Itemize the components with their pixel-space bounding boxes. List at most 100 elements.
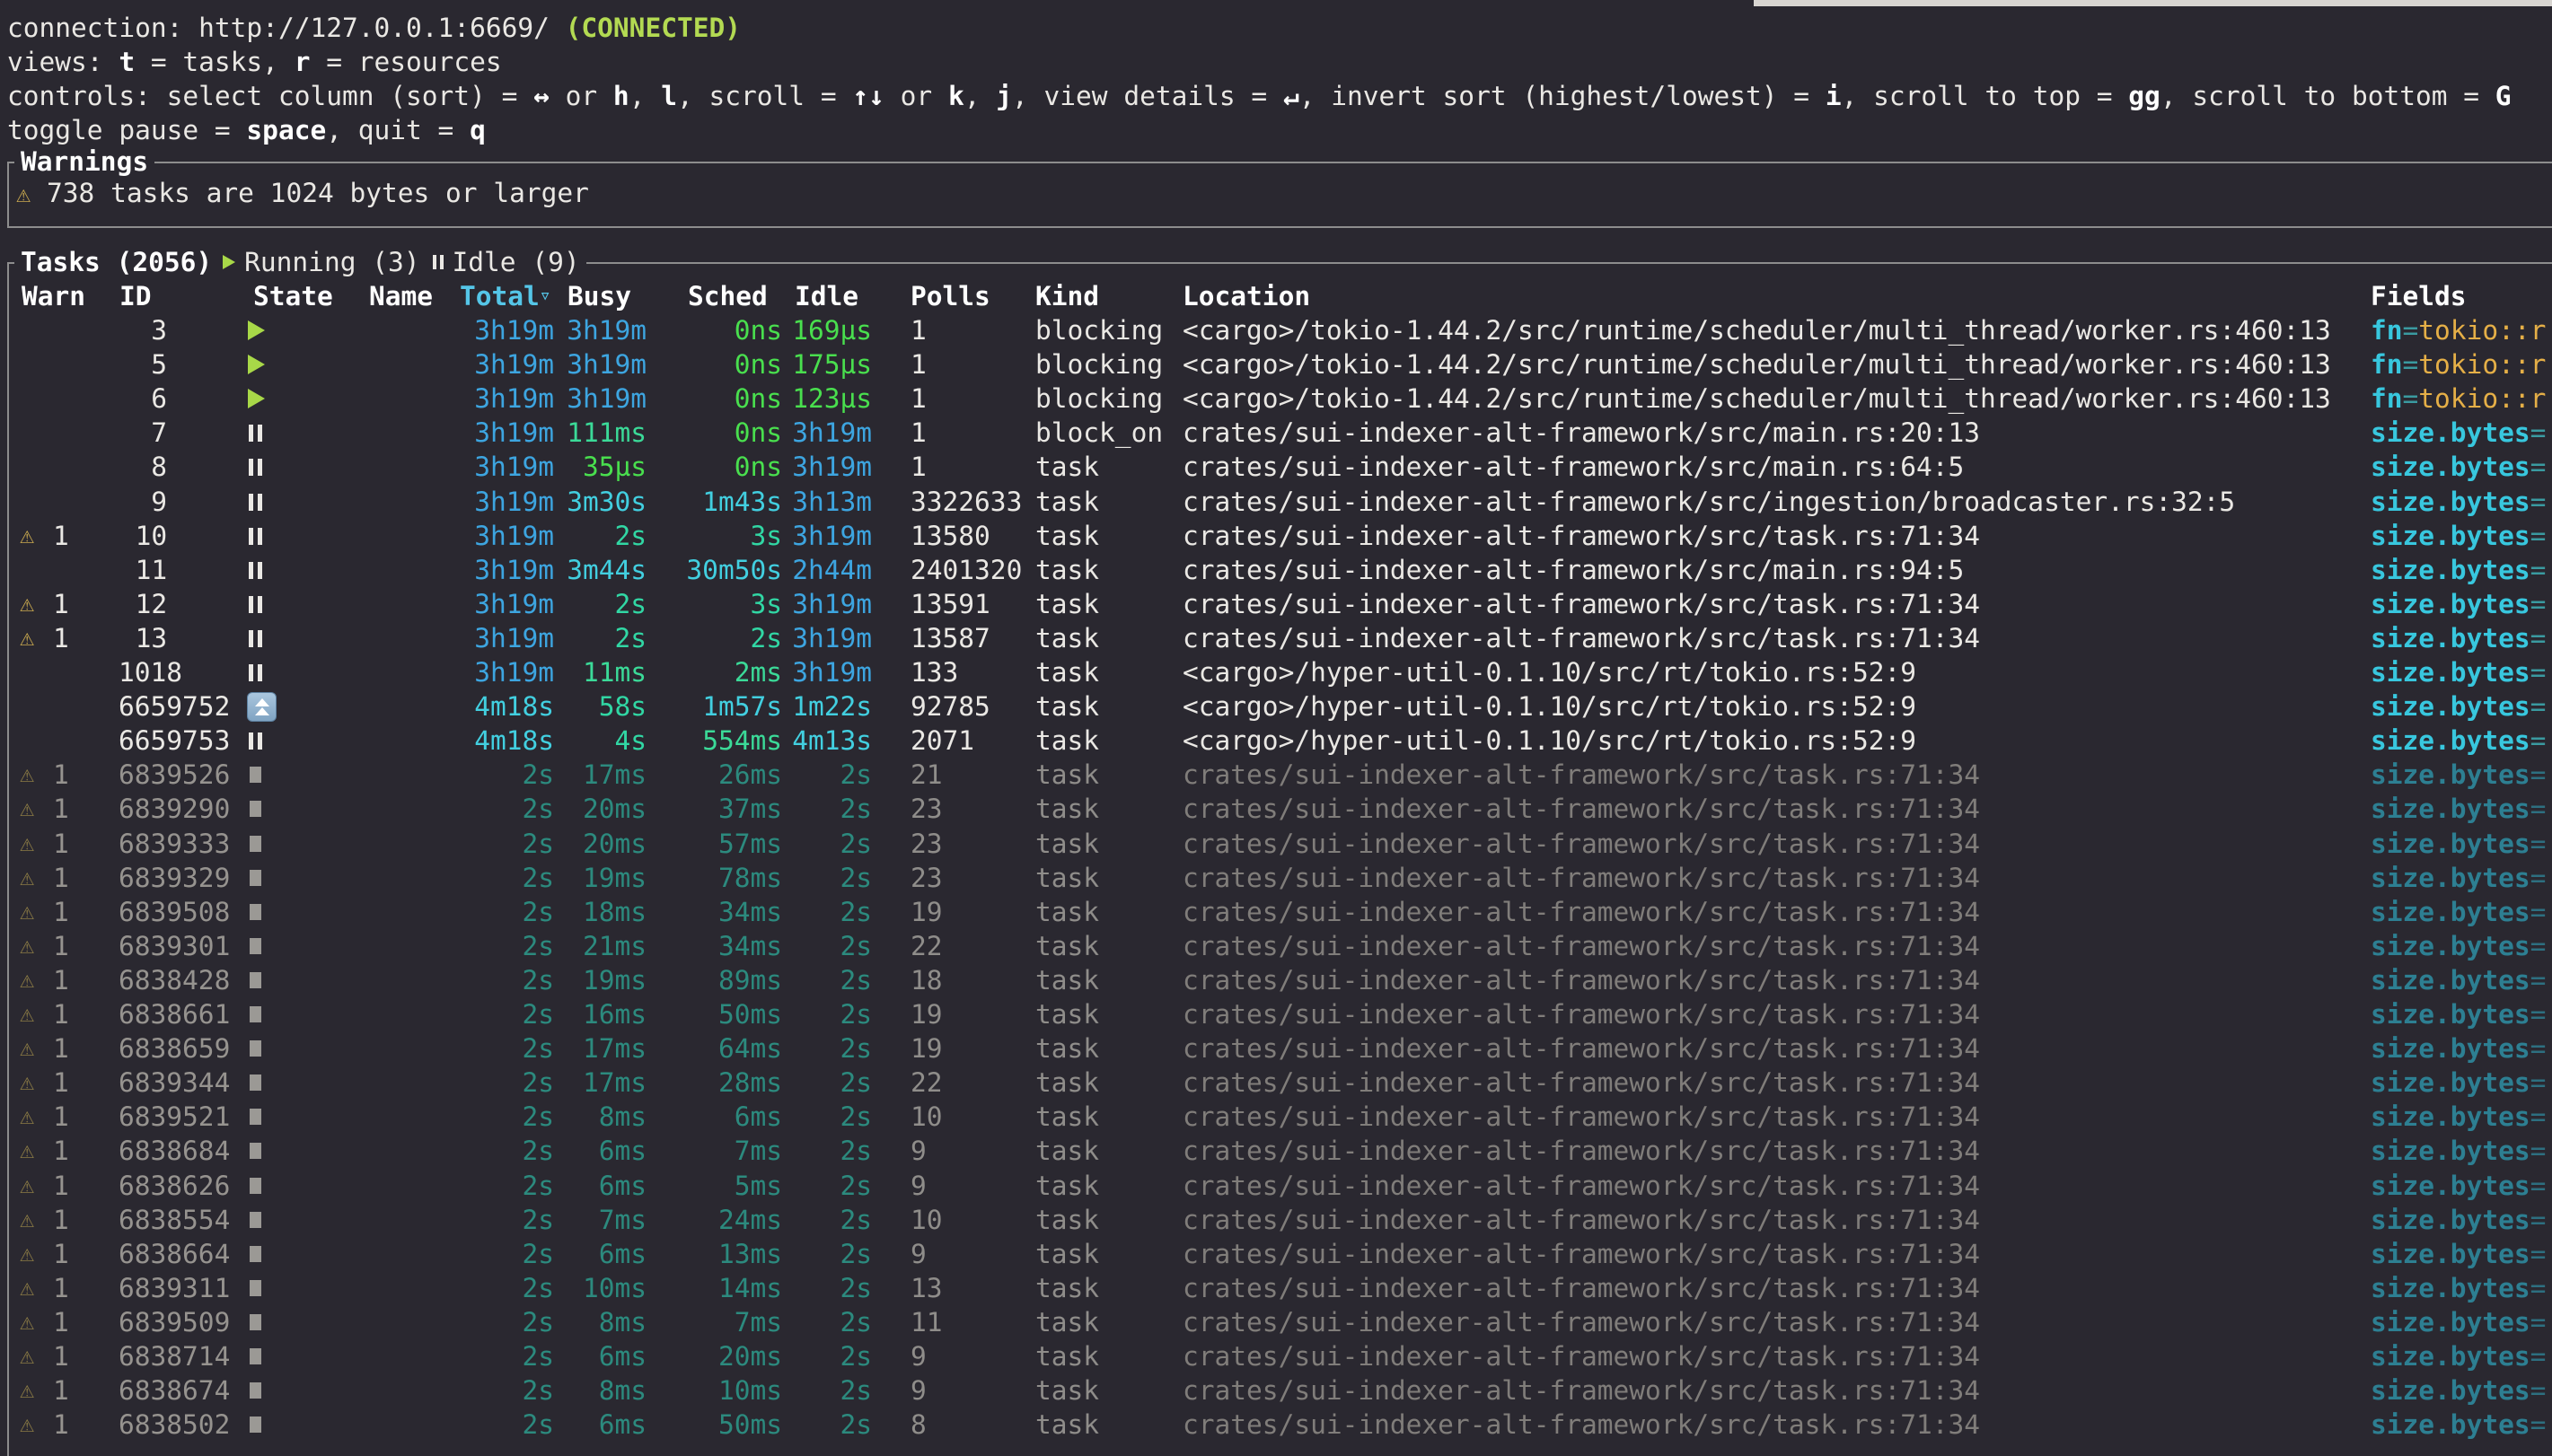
table-row[interactable]: ⚠168386262s6ms5ms2s9taskcrates/sui-index… — [0, 1169, 2552, 1203]
table-row[interactable]: ⚠168386742s8ms10ms2s9taskcrates/sui-inde… — [0, 1373, 2552, 1408]
busy-duration: 19ms — [539, 861, 647, 895]
task-fields: size.bytes= — [2371, 895, 2546, 929]
table-row[interactable]: ⚠168393292s19ms78ms2s23taskcrates/sui-in… — [0, 861, 2552, 895]
table-row[interactable]: ⚠168395262s17ms26ms2s21taskcrates/sui-in… — [0, 758, 2552, 792]
controls-segment: , scroll to top = — [1842, 81, 2129, 111]
column-header-name[interactable]: Name — [369, 279, 433, 313]
column-header-warn[interactable]: Warn — [22, 279, 85, 313]
task-fields: size.bytes= — [2371, 1031, 2546, 1066]
task-warning-icon: ⚠ — [20, 587, 34, 621]
table-row[interactable]: ⚠168385022s6ms50ms2s8taskcrates/sui-inde… — [0, 1408, 2552, 1442]
task-location: <cargo>/tokio-1.44.2/src/runtime/schedul… — [1183, 313, 2331, 347]
table-row[interactable]: ⚠168392902s20ms37ms2s23taskcrates/sui-in… — [0, 792, 2552, 826]
field-key: size.bytes — [2371, 999, 2530, 1030]
pause-quit-segment: space — [246, 115, 326, 145]
warn-count: 1 — [53, 895, 69, 929]
task-fields: size.bytes= — [2371, 689, 2546, 724]
table-row[interactable]: ⚠1133h19m2s2s3h19m13587taskcrates/sui-in… — [0, 621, 2552, 655]
table-row[interactable]: ⚠168387142s6ms20ms2s9taskcrates/sui-inde… — [0, 1339, 2552, 1373]
table-row[interactable]: ⚠168395212s8ms6ms2s10taskcrates/sui-inde… — [0, 1100, 2552, 1134]
task-id: 3 — [151, 313, 167, 347]
table-row[interactable]: 83h19m35µs0ns3h19m1taskcrates/sui-indexe… — [0, 450, 2552, 484]
column-header-state[interactable]: State — [253, 279, 333, 313]
column-header-kind[interactable]: Kind — [1035, 279, 1099, 313]
task-kind: task — [1035, 792, 1099, 826]
completed-state-icon — [250, 1040, 261, 1057]
column-header-busy[interactable]: Busy — [568, 279, 631, 313]
table-row[interactable]: ⚠168384282s19ms89ms2s18taskcrates/sui-in… — [0, 963, 2552, 997]
field-equals: = — [2530, 829, 2547, 859]
column-header-idle[interactable]: Idle — [795, 279, 858, 313]
field-equals: = — [2530, 999, 2547, 1030]
table-row[interactable]: ⚠168386612s16ms50ms2s19taskcrates/sui-in… — [0, 997, 2552, 1031]
table-row[interactable]: 66597534m18s4s554ms4m13s2071task<cargo>/… — [0, 724, 2552, 758]
table-row[interactable]: 63h19m3h19m0ns123µs1blocking<cargo>/toki… — [0, 382, 2552, 416]
field-key: size.bytes — [2371, 417, 2530, 448]
table-row[interactable]: 66597524m18s58s1m57s1m22s92785task<cargo… — [0, 689, 2552, 724]
table-row[interactable]: 113h19m3m44s30m50s2h44m2401320taskcrates… — [0, 553, 2552, 587]
field-key: size.bytes — [2371, 1239, 2530, 1269]
task-id: 6838674 — [119, 1373, 230, 1408]
idle-duration: 2s — [763, 1169, 872, 1203]
table-row[interactable]: ⚠168393442s17ms28ms2s22taskcrates/sui-in… — [0, 1066, 2552, 1100]
table-row[interactable]: ⚠168393332s20ms57ms2s23taskcrates/sui-in… — [0, 827, 2552, 861]
task-fields: size.bytes= — [2371, 621, 2546, 655]
table-row[interactable]: ⚠168386842s6ms7ms2s9taskcrates/sui-index… — [0, 1134, 2552, 1168]
task-warning-icon: ⚠ — [20, 861, 34, 895]
controls-segment: ↑↓ — [852, 81, 884, 111]
field-equals: = — [2530, 589, 2547, 619]
column-header-total[interactable]: Total — [460, 279, 540, 313]
polls-count: 1 — [911, 416, 927, 450]
task-warning-icon: ⚠ — [20, 519, 34, 553]
task-location: crates/sui-indexer-alt-framework/src/tas… — [1183, 997, 1980, 1031]
completed-state-icon — [250, 1006, 261, 1022]
polls-count: 23 — [911, 861, 943, 895]
busy-duration: 2s — [539, 519, 647, 553]
polls-count: 1 — [911, 347, 927, 382]
table-row[interactable]: ⚠168395092s8ms7ms2s11taskcrates/sui-inde… — [0, 1305, 2552, 1339]
polls-count: 13587 — [911, 621, 990, 655]
warn-count: 1 — [53, 997, 69, 1031]
table-row[interactable]: ⚠1123h19m2s3s3h19m13591taskcrates/sui-in… — [0, 587, 2552, 621]
table-row[interactable]: ⚠168393012s21ms34ms2s22taskcrates/sui-in… — [0, 929, 2552, 963]
polls-count: 21 — [911, 758, 943, 792]
column-header-sched[interactable]: Sched — [688, 279, 768, 313]
task-id: 5 — [151, 347, 167, 382]
idle-duration: 123µs — [763, 382, 872, 416]
busy-duration: 3m44s — [539, 553, 647, 587]
table-row[interactable]: ⚠1103h19m2s3s3h19m13580taskcrates/sui-in… — [0, 519, 2552, 553]
column-header-polls[interactable]: Polls — [911, 279, 990, 313]
table-row[interactable]: ⚠168386592s17ms64ms2s19taskcrates/sui-in… — [0, 1031, 2552, 1066]
idle-state-icon — [249, 562, 262, 579]
field-equals: = — [2530, 1273, 2547, 1303]
column-header-location[interactable]: Location — [1183, 279, 1310, 313]
field-key: size.bytes — [2371, 1205, 2530, 1235]
polls-count: 13591 — [911, 587, 990, 621]
task-warning-icon: ⚠ — [20, 895, 34, 929]
controls-segment: , scroll to bottom = — [2160, 81, 2495, 111]
busy-duration: 20ms — [539, 827, 647, 861]
table-row[interactable]: ⚠168395082s18ms34ms2s19taskcrates/sui-in… — [0, 895, 2552, 929]
task-location: crates/sui-indexer-alt-framework/src/tas… — [1183, 895, 1980, 929]
busy-duration: 6ms — [539, 1339, 647, 1373]
warn-count: 1 — [53, 1237, 69, 1271]
table-row[interactable]: 73h19m111ms0ns3h19m1block_oncrates/sui-i… — [0, 416, 2552, 450]
table-row[interactable]: ⚠168393112s10ms14ms2s13taskcrates/sui-in… — [0, 1271, 2552, 1305]
table-row[interactable]: 10183h19m11ms2ms3h19m133task<cargo>/hype… — [0, 655, 2552, 689]
table-row[interactable]: ⚠168385542s7ms24ms2s10taskcrates/sui-ind… — [0, 1203, 2552, 1237]
warn-count: 1 — [53, 587, 69, 621]
table-row[interactable]: 53h19m3h19m0ns175µs1blocking<cargo>/toki… — [0, 347, 2552, 382]
column-header-fields[interactable]: Fields — [2371, 279, 2467, 313]
completed-state-icon — [250, 1280, 261, 1296]
field-key: size.bytes — [2371, 759, 2530, 790]
table-header-row: WarnIDStateNameTotal▿BusySchedIdlePollsK… — [0, 279, 2552, 313]
table-row[interactable]: 93h19m3m30s1m43s3h13m3322633taskcrates/s… — [0, 485, 2552, 519]
field-equals: = — [2530, 1101, 2547, 1132]
task-warning-icon: ⚠ — [20, 1066, 34, 1100]
field-key: size.bytes — [2371, 487, 2530, 517]
completed-state-icon — [250, 870, 261, 886]
column-header-id[interactable]: ID — [119, 279, 152, 313]
table-row[interactable]: ⚠168386642s6ms13ms2s9taskcrates/sui-inde… — [0, 1237, 2552, 1271]
table-row[interactable]: 33h19m3h19m0ns169µs1blocking<cargo>/toki… — [0, 313, 2552, 347]
task-id: 11 — [136, 553, 168, 587]
